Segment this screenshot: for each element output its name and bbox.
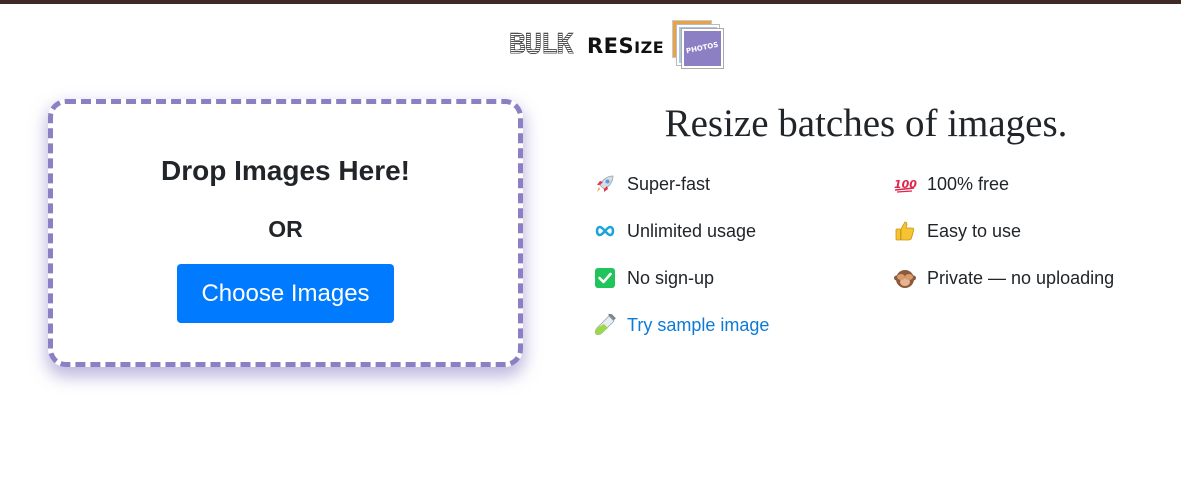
feature-label: Unlimited usage [627, 220, 757, 241]
page-headline: Resize batches of images. [664, 102, 1068, 145]
feature-label: No sign-up [627, 267, 715, 288]
try-sample-image-link[interactable]: Try sample image [627, 315, 769, 336]
top-bar [0, 0, 1181, 4]
feature-free: 100 100% free [893, 172, 1009, 196]
feature-label: 100% free [927, 173, 1010, 194]
see-no-evil-monkey-icon [893, 266, 917, 290]
thumbs-up-icon [893, 219, 917, 243]
hundred-points-icon: 100 [893, 172, 917, 196]
logo-resize-text: RESIZE [587, 34, 665, 58]
choose-images-button[interactable]: Choose Images [177, 264, 394, 323]
infinity-icon [593, 219, 617, 243]
feature-private: Private — no uploading [893, 266, 1114, 290]
feature-sample[interactable]: Try sample image [593, 313, 769, 337]
rocket-icon [593, 172, 617, 196]
drop-zone[interactable]: Drop Images Here! OR Choose Images [48, 99, 523, 367]
feature-label: Easy to use [927, 220, 1022, 241]
feature-super-fast: Super-fast [593, 172, 710, 196]
logo-photos-icon: PHOTOS [672, 20, 724, 70]
drop-or-text: OR [268, 216, 303, 242]
check-mark-icon [593, 266, 617, 290]
feature-label: Super-fast [627, 173, 711, 194]
feature-label: Private — no uploading [927, 267, 1115, 288]
feature-no-signup: No sign-up [593, 266, 714, 290]
drop-title: Drop Images Here! [161, 155, 410, 186]
logo-bulk-text: BULK [509, 27, 574, 60]
feature-unlimited: Unlimited usage [593, 219, 756, 243]
feature-easy: Easy to use [893, 219, 1021, 243]
test-tube-icon [593, 313, 617, 337]
